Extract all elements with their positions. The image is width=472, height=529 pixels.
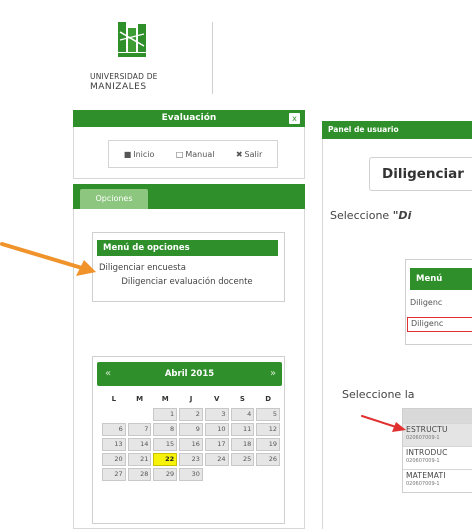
course-code: 020607009-1 [406, 458, 440, 464]
calendar-day[interactable]: 26 [256, 453, 280, 466]
inicio-label: Inicio [133, 149, 155, 159]
calendar-day[interactable]: 20 [102, 453, 126, 466]
calendar-day[interactable]: 2 [179, 408, 203, 421]
course-row[interactable]: ESTRUCTU 020607009-1 [403, 423, 472, 446]
home-icon: ■ [123, 149, 132, 159]
calendar-grid: L M M J V S D 1 2 3 4 5 6 7 8 9 10 11 12 13 14 15 16 17 1… [102, 392, 280, 481]
calendar-month-title: Abril 2015 [97, 362, 282, 386]
evaluacion-panel-header: Evaluación [73, 110, 305, 127]
calendar-day[interactable]: 23 [179, 453, 203, 466]
calendar-day[interactable]: 1 [153, 408, 178, 421]
calendar-day[interactable]: 10 [204, 423, 229, 436]
course-table: ESTRUCTU 020607009-1 INTRODUC 020607009-… [402, 408, 472, 493]
orange-annotation-arrow [0, 242, 96, 276]
calendar-empty-cell [231, 468, 255, 481]
calendar-empty-cell [256, 468, 280, 481]
inner-menu-item-2-highlighted[interactable]: Diligenc [407, 317, 472, 332]
calendar-day[interactable]: 12 [256, 423, 280, 436]
weekday-label: D [265, 395, 272, 403]
course-name: MATEMATI [406, 471, 446, 480]
menu-opciones-title: Menú de opciones [97, 240, 278, 256]
calendar-empty-cell [102, 408, 126, 421]
calendar-day[interactable]: 29 [153, 468, 178, 481]
select-prompt: Seleccione "Di [330, 209, 472, 222]
calendar-next-button[interactable]: » [265, 366, 281, 382]
calendar-empty-cell [128, 408, 152, 421]
header-divider [212, 22, 213, 94]
calendar-day[interactable]: 19 [256, 438, 280, 451]
weekday-label: S [239, 395, 245, 403]
select-prompt-text: Seleccione [330, 209, 393, 222]
panel-usuario-header: Panel de usuario [322, 121, 472, 139]
logo-university-line1: UNIVERSIDAD DE [90, 72, 158, 81]
manual-link[interactable]: □ Manual [176, 150, 215, 159]
course-code: 020607009-1 [406, 481, 440, 487]
logo-university-line2: MANIZALES [90, 82, 147, 92]
course-row[interactable]: INTRODUC 020607009-1 [403, 446, 472, 469]
page-title: Diligenciar [369, 157, 472, 191]
calendar-day[interactable]: 15 [153, 438, 178, 451]
select-prompt-emphasis: "Di [392, 209, 412, 222]
calendar-empty-cell [205, 468, 229, 481]
calendar-day[interactable]: 25 [230, 453, 255, 466]
calendar-day[interactable]: 8 [153, 423, 178, 436]
calendar-day-today[interactable]: 22 [153, 453, 178, 466]
calendar-day[interactable]: 5 [256, 408, 280, 421]
book-icon: □ [175, 149, 184, 159]
calendar-day[interactable]: 3 [204, 408, 229, 421]
course-code: 020607009-1 [406, 435, 440, 441]
weekday-label: M [161, 395, 169, 403]
inicio-link[interactable]: ■ Inicio [124, 150, 155, 159]
weekday-label: L [111, 395, 117, 403]
calendar-prev-button[interactable]: « [100, 366, 116, 382]
salir-link[interactable]: ✖ Salir [236, 150, 262, 159]
calendar-day[interactable]: 11 [230, 423, 255, 436]
calendar-day[interactable]: 14 [127, 438, 152, 451]
menu-item-diligenciar-encuesta[interactable]: Diligenciar encuesta [97, 263, 278, 273]
course-table-header [403, 409, 472, 423]
calendar-day[interactable]: 6 [102, 423, 126, 436]
calendar-day[interactable]: 24 [204, 453, 229, 466]
calendar-day[interactable]: 16 [179, 438, 203, 451]
calendar-day[interactable]: 9 [179, 423, 203, 436]
calendar-day[interactable]: 4 [230, 408, 255, 421]
collapse-icon[interactable]: x [289, 113, 300, 124]
course-row[interactable]: MATEMATI 020607009-1 [403, 469, 472, 492]
menu-item-diligenciar-evaluacion-docente[interactable]: Diligenciar evaluación docente [112, 277, 262, 288]
salir-label: Salir [244, 149, 263, 159]
inner-menu-title: Menú [410, 268, 472, 290]
weekday-label: V [213, 395, 220, 403]
weekday-label: M [136, 395, 144, 403]
inner-menu-item-1[interactable]: Diligenc [410, 298, 472, 307]
tab-opciones[interactable]: Opciones [80, 189, 148, 209]
weekday-label: J [189, 395, 193, 403]
course-name: INTRODUC [406, 448, 448, 457]
calendar-day[interactable]: 17 [204, 438, 229, 451]
red-annotation-arrow [361, 415, 406, 432]
calendar-day[interactable]: 21 [127, 453, 152, 466]
course-name: ESTRUCTU [406, 425, 448, 434]
calendar-day[interactable]: 28 [127, 468, 152, 481]
calendar-weekdays: L M M J V S D [102, 392, 280, 406]
manual-label: Manual [185, 149, 215, 159]
calendar-day[interactable]: 7 [127, 423, 152, 436]
evaluacion-links: ■ Inicio □ Manual ✖ Salir [108, 140, 278, 168]
university-logo-mark [114, 20, 150, 68]
close-icon: ✖ [235, 149, 243, 159]
calendar-day[interactable]: 13 [102, 438, 126, 451]
calendar-day[interactable]: 27 [102, 468, 126, 481]
select-course-prompt: Seleccione la [342, 388, 415, 401]
calendar-day[interactable]: 30 [179, 468, 203, 481]
calendar-day[interactable]: 18 [230, 438, 255, 451]
calendar-days: 1 2 3 4 5 6 7 8 9 10 11 12 13 14 15 16 17 18 19 20 21 22 23 24 2… [102, 408, 280, 481]
